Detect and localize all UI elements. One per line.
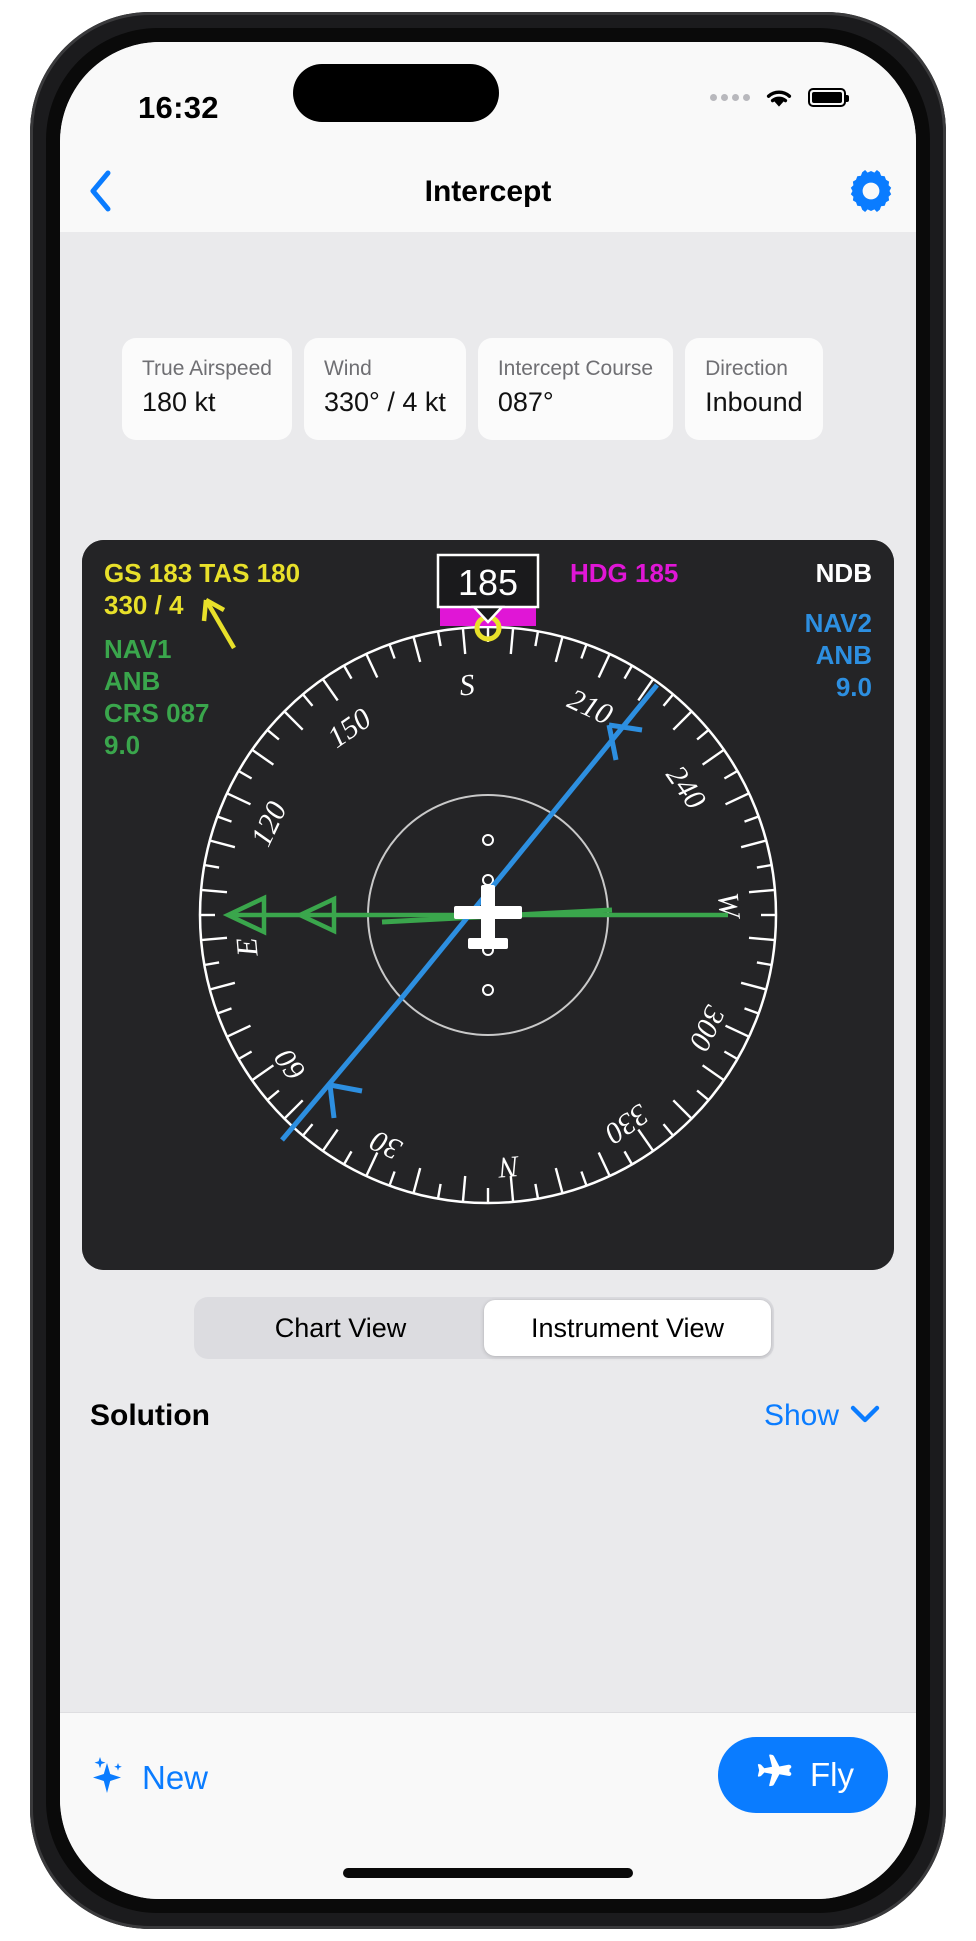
- status-indicators: [710, 86, 849, 109]
- mode-label: NDB: [816, 558, 872, 588]
- hsi-display: N3060E120150S 210240W300330 185 GS 183 T…: [82, 540, 894, 1270]
- heading-label: HDG 185: [570, 558, 678, 588]
- segment-chart-view[interactable]: Chart View: [197, 1300, 484, 1356]
- new-button-label: New: [142, 1759, 209, 1796]
- airplane-icon: [752, 1751, 796, 1800]
- signal-dots-icon: [710, 94, 750, 101]
- nav2-distance: 9.0: [836, 672, 872, 702]
- chip-direction[interactable]: Direction Inbound: [685, 338, 823, 440]
- wifi-icon: [763, 86, 795, 109]
- chip-label: True Airspeed: [142, 357, 272, 380]
- wind-line-1: GS 183 TAS 180: [104, 558, 300, 588]
- nav1-title: NAV1: [104, 634, 171, 664]
- settings-button[interactable]: [842, 164, 900, 222]
- chip-label: Intercept Course: [497, 357, 654, 380]
- segment-instrument-view[interactable]: Instrument View: [484, 1300, 771, 1356]
- nav-bar: Intercept: [60, 152, 916, 232]
- solution-row: Solution Show: [60, 1387, 916, 1457]
- nav1-distance: 9.0: [104, 730, 140, 760]
- dynamic-island: [293, 64, 499, 122]
- sparkles-icon: [90, 1755, 130, 1802]
- parameter-chips: True Airspeed 180 kt Wind 330° / 4 kt In…: [122, 338, 862, 440]
- chip-value: 087°: [497, 387, 554, 418]
- home-indicator: [343, 1868, 633, 1878]
- chip-label: Direction: [705, 357, 788, 380]
- view-segmented-control[interactable]: Chart View Instrument View: [194, 1297, 774, 1359]
- chip-value: 330° / 4 kt: [323, 387, 446, 418]
- chip-value: Inbound: [705, 387, 803, 418]
- chip-wind[interactable]: Wind 330° / 4 kt: [303, 338, 466, 440]
- nav1-course: CRS 087: [104, 698, 210, 728]
- nav2-ident: ANB: [816, 640, 872, 670]
- chip-true-airspeed[interactable]: True Airspeed 180 kt: [122, 338, 292, 440]
- instrument-panel[interactable]: N 30 60 E 120 150 S 210 240 W 300 330 18…: [82, 540, 894, 1270]
- phone-screen: 16:32 Intercept True Airspeed 180 kt Win…: [60, 42, 916, 1899]
- battery-full-icon: [808, 88, 849, 107]
- compass-tick-label: S: [458, 668, 476, 702]
- solution-show-label: Show: [763, 1399, 839, 1432]
- page-title: Intercept: [424, 175, 552, 208]
- chevron-down-icon: [850, 1404, 880, 1429]
- nav1-ident: ANB: [104, 666, 160, 696]
- wind-line-2: 330 / 4: [104, 590, 184, 620]
- chip-value: 180 kt: [142, 387, 216, 418]
- solution-heading: Solution: [90, 1399, 210, 1432]
- chip-intercept-course[interactable]: Intercept Course 087°: [477, 338, 674, 440]
- status-bar: 16:32: [60, 42, 916, 152]
- solution-show-button[interactable]: Show: [764, 1399, 880, 1433]
- gear-icon: [848, 168, 894, 219]
- fly-button-label: Fly: [810, 1756, 854, 1793]
- bottom-toolbar: New Fly: [60, 1712, 916, 1899]
- nav2-title: NAV2: [805, 608, 872, 638]
- compass-tick-label: E: [230, 936, 265, 958]
- fly-button[interactable]: Fly: [718, 1737, 888, 1813]
- content-area: True Airspeed 180 kt Wind 330° / 4 kt In…: [60, 232, 916, 1712]
- new-button[interactable]: New: [90, 1745, 208, 1811]
- status-time: 16:32: [138, 90, 219, 125]
- heading-box-value: 185: [458, 562, 518, 603]
- chip-label: Wind: [323, 357, 372, 380]
